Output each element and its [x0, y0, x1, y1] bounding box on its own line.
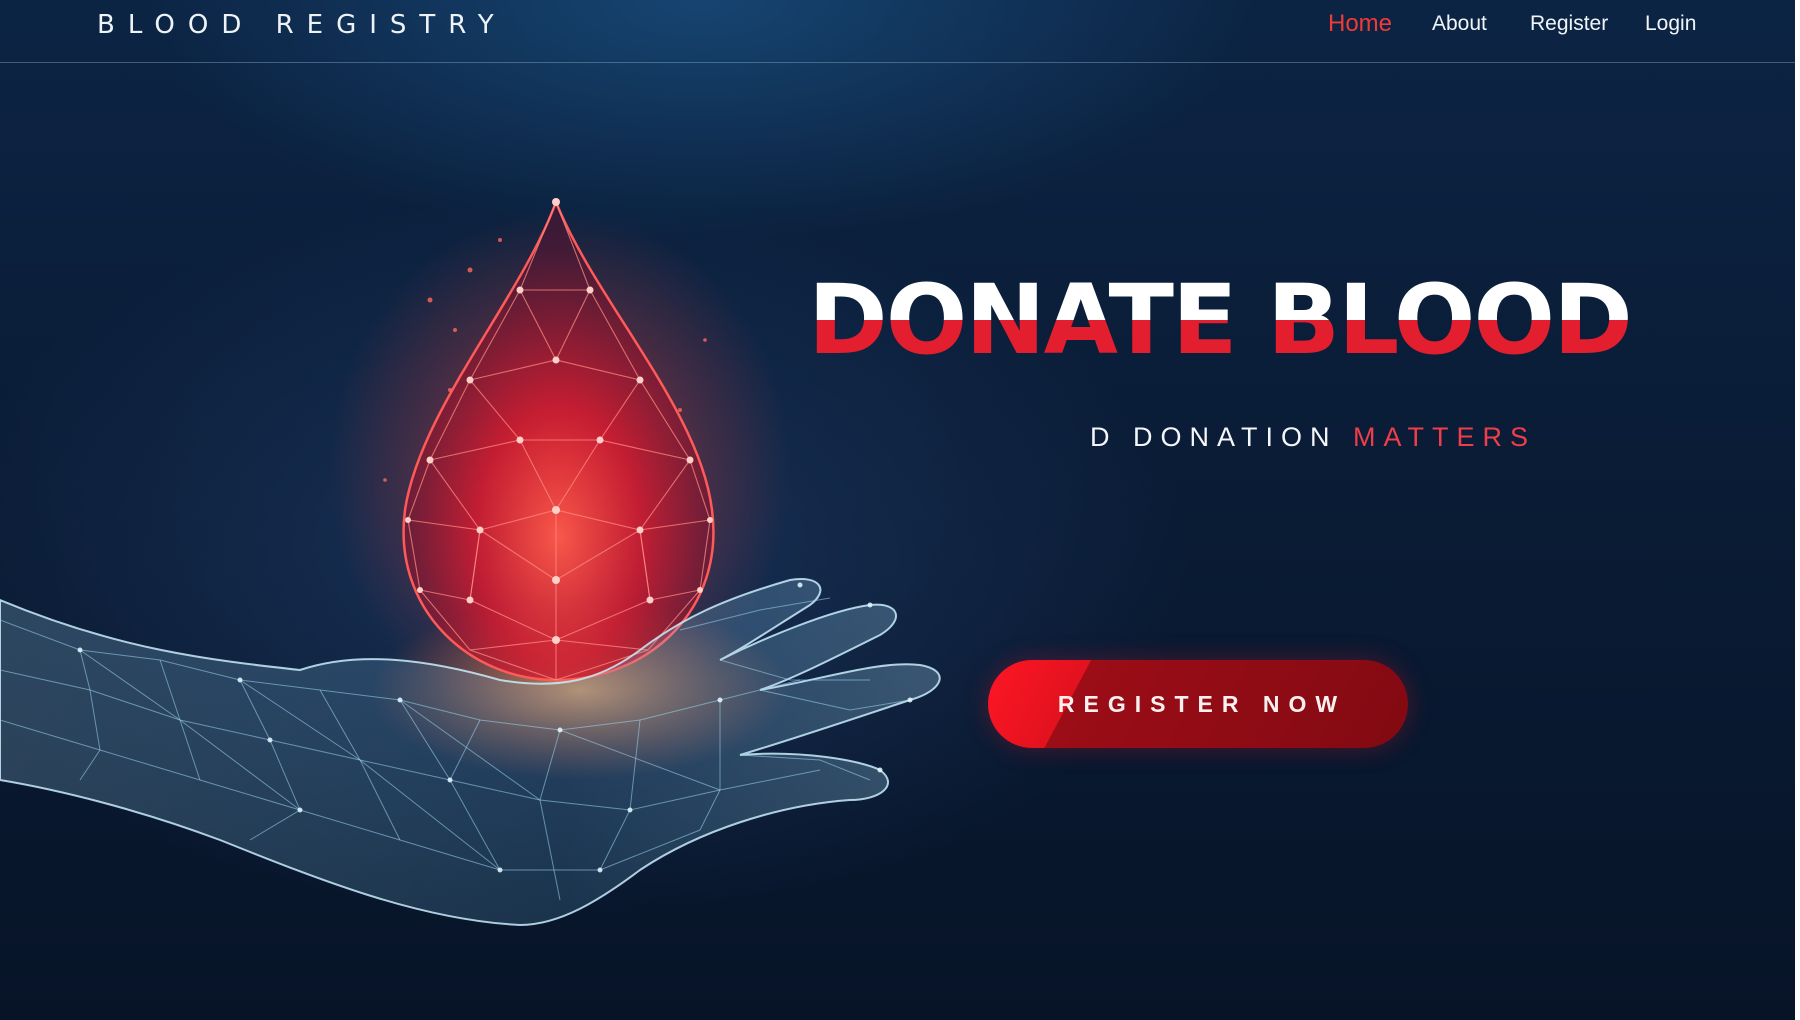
top-nav-bar: BLOOD REGISTRY Home About Register Login [0, 0, 1795, 63]
nav-home-link[interactable]: Home [1328, 10, 1392, 38]
register-now-button[interactable]: REGISTER NOW [988, 660, 1408, 748]
nav-login-link[interactable]: Login [1645, 12, 1696, 36]
page-edge [1795, 0, 1800, 1020]
tagline-fragment: D [1090, 422, 1118, 452]
hero-tagline: D DONATION MATTERS [1090, 422, 1590, 458]
tagline-word-donation: DONATION [1133, 422, 1338, 452]
main-nav: Home About Register Login [1295, 10, 1795, 46]
hero-headline: DONATE BLOOD [808, 264, 1633, 376]
register-now-label: REGISTER NOW [1057, 690, 1347, 717]
nav-register-link[interactable]: Register [1530, 12, 1608, 36]
hero-section: BLOOD REGISTRY Home About Register Login [0, 0, 1795, 1020]
nav-about-link[interactable]: About [1432, 12, 1487, 36]
brand-logo[interactable]: BLOOD REGISTRY [97, 10, 507, 40]
tagline-word-matters: MATTERS [1353, 422, 1537, 452]
